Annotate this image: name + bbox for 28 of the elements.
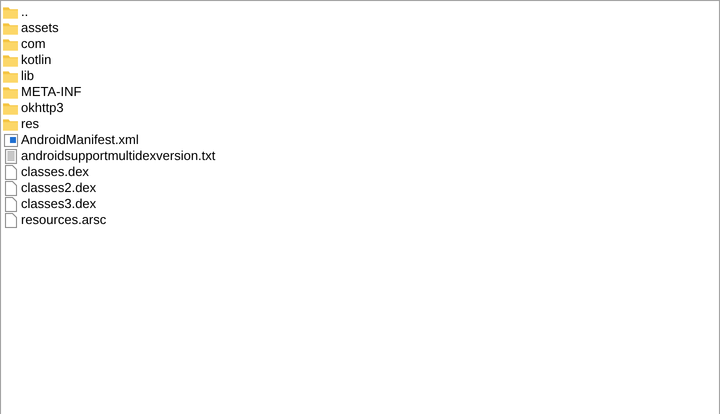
file-name[interactable]: .. — [21, 4, 28, 20]
text-file-icon — [4, 148, 16, 164]
file-icon — [4, 196, 16, 212]
folder-icon — [3, 22, 18, 34]
file-name[interactable]: META-INF — [21, 84, 82, 100]
file-name[interactable]: classes3.dex — [21, 196, 96, 212]
folder-icon — [3, 102, 18, 114]
file-name[interactable]: assets — [21, 20, 59, 36]
file-name[interactable]: AndroidManifest.xml — [21, 132, 139, 148]
file-name[interactable]: okhttp3 — [21, 100, 64, 116]
file-name[interactable]: resources.arsc — [21, 212, 106, 228]
file-icon — [4, 180, 16, 196]
folder-icon — [3, 70, 18, 82]
file-name[interactable]: lib — [21, 68, 34, 84]
file-icon — [4, 212, 16, 228]
folder-icon — [3, 118, 18, 130]
file-name[interactable]: res — [21, 116, 40, 132]
file-name[interactable]: androidsupportmultidexversion.txt — [21, 148, 216, 164]
file-name[interactable]: com — [21, 36, 46, 52]
folder-icon — [3, 54, 18, 66]
file-name[interactable]: classes2.dex — [21, 180, 96, 196]
folder-icon — [3, 6, 18, 18]
folder-icon — [3, 38, 18, 50]
document-icon — [4, 134, 18, 146]
file-icon — [4, 164, 16, 180]
folder-icon — [3, 86, 18, 98]
file-name[interactable]: classes.dex — [21, 164, 89, 180]
file-name[interactable]: kotlin — [21, 52, 52, 68]
